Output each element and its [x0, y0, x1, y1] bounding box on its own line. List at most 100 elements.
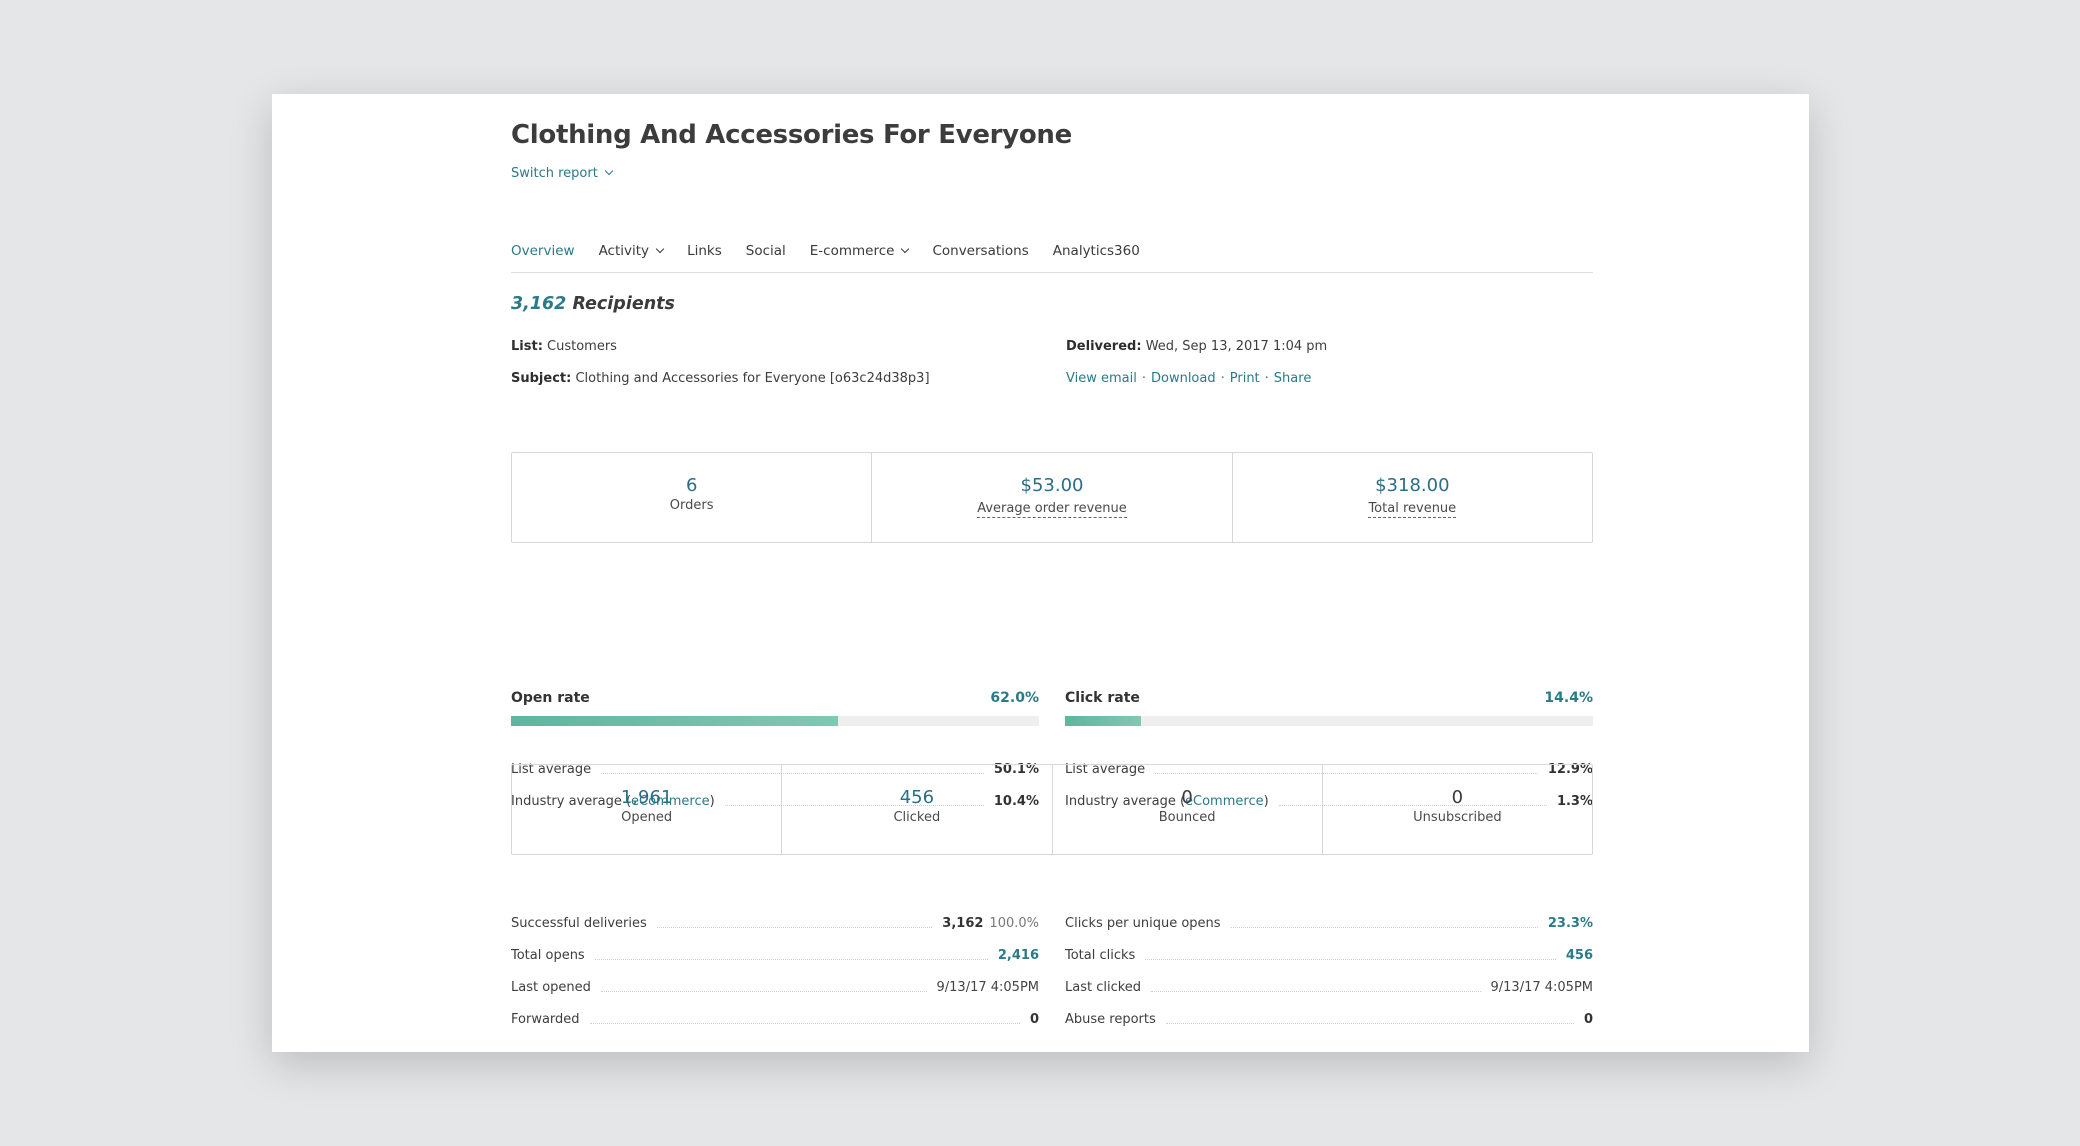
dotted-leader — [1165, 1023, 1574, 1024]
open-rate-bar-fill — [511, 716, 839, 726]
tab-label: Activity — [598, 243, 650, 259]
click-rate-header: Click rate 14.4% — [1065, 688, 1593, 708]
report-tabs: Overview Activity Links Social E-commerc… — [511, 238, 1593, 273]
stat-label: Orders — [669, 498, 714, 513]
chevron-down-icon — [901, 244, 910, 254]
switch-report-label: Switch report — [511, 166, 598, 181]
report-card: Clothing And Accessories For Everyone Sw… — [272, 94, 1809, 1052]
row-label: Last opened — [511, 980, 591, 995]
separator: · — [1264, 371, 1269, 386]
dotted-leader — [1230, 927, 1538, 928]
delivered-value: Wed, Sep 13, 2017 1:04 pm — [1145, 339, 1328, 354]
tab-conversations[interactable]: Conversations — [932, 238, 1028, 272]
total-opens-link[interactable]: 2,416 — [998, 948, 1039, 964]
stat-label-tooltip[interactable]: Average order revenue — [977, 501, 1127, 518]
ecommerce-stats: 6 Orders $53.00 Average order revenue $3… — [511, 452, 1593, 543]
open-rate-value: 62.0% — [990, 690, 1039, 706]
row-label: Successful deliveries — [511, 916, 647, 931]
row-label: Total opens — [511, 948, 585, 963]
bounced-stat: 0 Bounced — [1053, 765, 1323, 854]
opened-stat[interactable]: 1,961 Opened — [512, 765, 783, 854]
stat-label: Bounced — [1158, 810, 1216, 825]
separator: · — [1141, 371, 1146, 386]
tab-links[interactable]: Links — [687, 238, 722, 272]
dotted-leader — [600, 991, 927, 992]
stat-value: 0 — [1451, 787, 1464, 808]
row-label: Clicks per unique opens — [1065, 916, 1221, 931]
tab-ecommerce[interactable]: E-commerce — [809, 238, 910, 272]
tab-label: Conversations — [932, 243, 1029, 259]
recipients-heading: 3,162 Recipients — [511, 294, 675, 314]
stat-label: Clicked — [893, 810, 941, 825]
row-value: 9/13/17 4:05PM — [1490, 980, 1594, 995]
tab-social[interactable]: Social — [746, 238, 786, 272]
delivered-info: Delivered: Wed, Sep 13, 2017 1:04 pm — [1066, 339, 1327, 354]
tab-label: Links — [687, 243, 722, 259]
row-label: Last clicked — [1065, 980, 1142, 995]
total-clicks-link[interactable]: 456 — [1566, 948, 1593, 964]
stat-value: 1,961 — [620, 787, 673, 808]
stat-label: Unsubscribed — [1413, 810, 1502, 825]
row-label: Abuse reports — [1065, 1012, 1156, 1027]
dotted-leader — [589, 1023, 1020, 1024]
tab-label: E-commerce — [809, 243, 895, 259]
click-rate-bar-fill — [1065, 716, 1142, 726]
click-rate-bar — [1065, 716, 1593, 726]
click-rate-label: Click rate — [1065, 690, 1140, 706]
page-title: Clothing And Accessories For Everyone — [511, 120, 1072, 150]
deliveries-count: 3,162 — [942, 916, 984, 931]
total-clicks-row: Total clicks 456 — [1065, 932, 1593, 964]
tab-activity[interactable]: Activity — [598, 238, 665, 272]
delivery-details: Successful deliveries 3,162 100.0% Total … — [511, 900, 1039, 1028]
dotted-leader — [594, 959, 988, 960]
open-rate-label: Open rate — [511, 690, 590, 706]
row-label: Forwarded — [511, 1012, 580, 1027]
dotted-leader — [1145, 959, 1556, 960]
print-link[interactable]: Print — [1230, 371, 1260, 386]
stat-label-tooltip[interactable]: Total revenue — [1368, 501, 1457, 518]
share-link[interactable]: Share — [1274, 371, 1312, 386]
stat-label: Opened — [621, 810, 673, 825]
avg-order-revenue-stat: $53.00 Average order revenue — [872, 453, 1233, 542]
activity-stats: 1,961 Opened 456 Clicked 0 Bounced 0 Uns… — [511, 764, 1593, 855]
subject-label: Subject: — [511, 371, 572, 386]
successful-deliveries-row: Successful deliveries 3,162 100.0% — [511, 900, 1039, 932]
row-value: 9/13/17 4:05PM — [936, 980, 1040, 995]
row-value: 0 — [1583, 1012, 1593, 1027]
list-label: List: — [511, 339, 543, 354]
clicks-per-unique-opens-link[interactable]: 23.3% — [1548, 916, 1593, 932]
deliveries-percent: 100.0% — [989, 916, 1039, 931]
unsubscribed-stat: 0 Unsubscribed — [1323, 765, 1592, 854]
total-opens-row: Total opens 2,416 — [511, 932, 1039, 964]
row-value: 3,162 100.0% — [942, 916, 1039, 932]
view-email-link[interactable]: View email — [1066, 371, 1137, 386]
recipients-label: Recipients — [572, 294, 675, 314]
list-value: Customers — [547, 339, 617, 354]
recipients-count: 3,162 — [511, 294, 567, 314]
list-info: List: Customers — [511, 339, 617, 354]
switch-report-dropdown[interactable]: Switch report — [511, 166, 614, 181]
tab-overview[interactable]: Overview — [511, 238, 575, 272]
chevron-down-icon — [604, 166, 614, 176]
open-rate-bar — [511, 716, 1039, 726]
open-rate-header: Open rate 62.0% — [511, 688, 1039, 708]
forwarded-row: Forwarded 0 — [511, 996, 1039, 1028]
dotted-leader — [656, 927, 933, 928]
last-opened-row: Last opened 9/13/17 4:05PM — [511, 964, 1039, 996]
dotted-leader — [1151, 991, 1481, 992]
clicked-stat[interactable]: 456 Clicked — [782, 765, 1053, 854]
stat-value: 456 — [899, 787, 935, 808]
row-label: Total clicks — [1065, 948, 1136, 963]
download-link[interactable]: Download — [1151, 371, 1216, 386]
tab-analytics360[interactable]: Analytics360 — [1053, 238, 1140, 272]
clicks-per-unique-opens-row: Clicks per unique opens 23.3% — [1065, 900, 1593, 932]
chevron-down-icon — [655, 244, 665, 254]
click-details: Clicks per unique opens 23.3% Total clic… — [1065, 900, 1593, 1028]
stat-value: 6 — [685, 475, 698, 496]
delivered-label: Delivered: — [1066, 339, 1142, 354]
click-rate-value: 14.4% — [1544, 690, 1593, 706]
row-value: 0 — [1029, 1012, 1039, 1027]
last-clicked-row: Last clicked 9/13/17 4:05PM — [1065, 964, 1593, 996]
subject-value: Clothing and Accessories for Everyone [o… — [575, 371, 930, 386]
separator: · — [1220, 371, 1225, 386]
